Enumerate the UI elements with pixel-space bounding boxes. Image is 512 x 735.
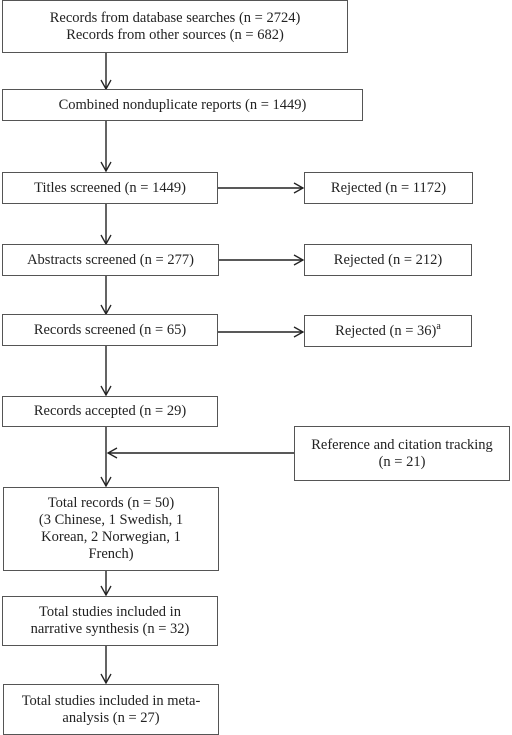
records-rejected-label: Rejected (n = 36)a <box>335 320 441 340</box>
records-screened-label: Records screened (n = 65) <box>33 321 187 338</box>
records-rejected-text: Rejected (n = 36) <box>335 322 437 339</box>
titles-rejected-box: Rejected (n = 1172) <box>304 172 473 204</box>
abstracts-screened-label: Abstracts screened (n = 277) <box>27 251 194 268</box>
abstracts-rejected-box: Rejected (n = 212) <box>304 244 472 276</box>
identification-box: Records from database searches (n = 2724… <box>2 0 348 53</box>
records-screened-box: Records screened (n = 65) <box>2 314 218 346</box>
total-records-line-2: (3 Chinese, 1 Swedish, 1 <box>38 512 184 528</box>
records-accepted-box: Records accepted (n = 29) <box>2 396 218 427</box>
total-records-line-3: Korean, 2 Norwegian, 1 <box>41 529 181 545</box>
meta-line-1: Total studies included in meta- <box>21 692 201 709</box>
abstracts-screened-box: Abstracts screened (n = 277) <box>2 244 219 276</box>
narrative-line-1: Total studies included in <box>39 604 181 620</box>
footnote-marker: a <box>436 320 441 332</box>
records-accepted-label: Records accepted (n = 29) <box>33 403 187 419</box>
meta-line-2: analysis (n = 27) <box>62 709 160 726</box>
reference-tracking-label: Reference and citation tracking <box>311 436 493 453</box>
total-records-line-4: French) <box>88 546 134 562</box>
combined-box: Combined nonduplicate reports (n = 1449) <box>2 89 363 121</box>
reference-tracking-count: (n = 21) <box>378 453 426 470</box>
titles-rejected-label: Rejected (n = 1172) <box>330 179 447 196</box>
records-rejected-box: Rejected (n = 36)a <box>304 315 472 347</box>
database-records-label: Records from database searches (n = 2724… <box>49 9 301 26</box>
narrative-line-2: narrative synthesis (n = 32) <box>30 621 190 637</box>
titles-screened-box: Titles screened (n = 1449) <box>2 172 218 204</box>
total-records-box: Total records (n = 50) (3 Chinese, 1 Swe… <box>3 487 219 571</box>
combined-label: Combined nonduplicate reports (n = 1449) <box>58 96 307 113</box>
narrative-synthesis-box: Total studies included in narrative synt… <box>2 596 218 646</box>
titles-screened-label: Titles screened (n = 1449) <box>34 179 186 196</box>
total-records-line-1: Total records (n = 50) <box>47 495 175 511</box>
reference-tracking-box: Reference and citation tracking (n = 21) <box>294 426 510 481</box>
meta-analysis-box: Total studies included in meta- analysis… <box>3 684 219 735</box>
other-sources-label: Records from other sources (n = 682) <box>66 26 284 43</box>
abstracts-rejected-label: Rejected (n = 212) <box>333 251 443 268</box>
